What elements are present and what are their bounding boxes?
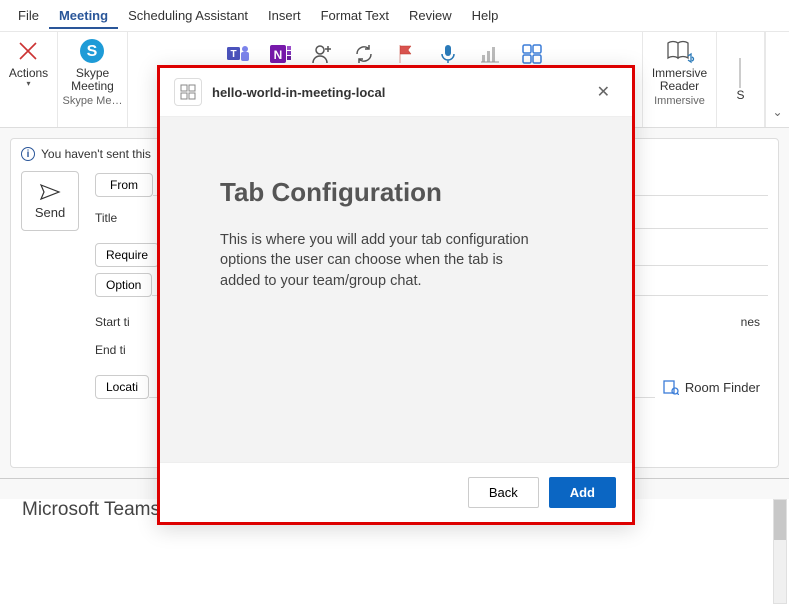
more-s-button[interactable]: S <box>732 34 748 104</box>
immersive-label: Immersive Reader <box>652 67 707 93</box>
chart-icon <box>478 42 502 66</box>
modal-footer: Back Add <box>160 462 632 522</box>
info-icon: i <box>21 147 35 161</box>
book-speaker-icon <box>665 36 695 66</box>
svg-text:N: N <box>274 48 283 62</box>
scrollbar-thumb[interactable] <box>774 500 786 540</box>
menu-file[interactable]: File <box>8 2 49 29</box>
svg-text:T: T <box>230 49 236 60</box>
s-label: S <box>736 89 744 102</box>
menu-review[interactable]: Review <box>399 2 462 29</box>
back-button[interactable]: Back <box>468 477 539 508</box>
skype-button[interactable]: S Skype Meeting <box>67 34 118 95</box>
mic-icon <box>436 42 460 66</box>
invite-button[interactable] <box>306 40 338 68</box>
location-button[interactable]: Locati <box>95 375 149 399</box>
skype-label: Skype Meeting <box>71 67 114 93</box>
send-icon <box>39 183 61 201</box>
insights-button[interactable] <box>474 40 506 68</box>
immersive-reader-button[interactable]: Immersive Reader <box>648 34 711 95</box>
skype-icon: S <box>77 36 107 66</box>
modal-header: hello-world-in-meeting-local ✕ <box>160 68 632 117</box>
svg-text:S: S <box>87 43 98 60</box>
menu-insert[interactable]: Insert <box>258 2 311 29</box>
divider <box>739 58 741 88</box>
onenote-icon: N <box>268 42 292 66</box>
immersive-group-label: Immersive <box>654 95 705 107</box>
from-button[interactable]: From <box>95 173 153 197</box>
menu-format[interactable]: Format Text <box>311 2 399 29</box>
apps-icon <box>520 42 544 66</box>
menu-meeting[interactable]: Meeting <box>49 2 118 29</box>
menubar: File Meeting Scheduling Assistant Insert… <box>0 0 789 32</box>
tab-config-modal: hello-world-in-meeting-local ✕ Tab Confi… <box>157 65 635 525</box>
teams-icon: T <box>226 42 250 66</box>
close-icon: ✕ <box>597 84 610 101</box>
timezones-label: nes <box>733 311 768 333</box>
chevron-down-icon: ▾ <box>26 79 30 88</box>
send-button[interactable]: Send <box>21 171 79 231</box>
room-finder-icon <box>663 379 679 395</box>
modal-title: hello-world-in-meeting-local <box>212 85 579 100</box>
chevron-down-icon: ⌄ <box>772 105 782 119</box>
collapse-ribbon-button[interactable]: ⌄ <box>765 32 789 127</box>
menu-scheduling[interactable]: Scheduling Assistant <box>118 2 258 29</box>
close-button[interactable]: ✕ <box>589 78 618 106</box>
flag-icon <box>394 42 418 66</box>
x-icon <box>13 36 43 66</box>
send-label: Send <box>35 205 65 220</box>
person-plus-icon <box>310 42 334 66</box>
optional-button[interactable]: Option <box>95 273 152 297</box>
modal-heading: Tab Configuration <box>220 177 572 208</box>
skype-group-label: Skype Me… <box>63 95 123 107</box>
refresh-button[interactable] <box>348 40 380 68</box>
room-finder-button[interactable]: Room Finder <box>655 375 768 399</box>
onenote-button[interactable]: N <box>264 40 296 68</box>
modal-body: Tab Configuration This is where you will… <box>160 117 632 462</box>
scrollbar[interactable] <box>773 499 787 604</box>
flag-button[interactable] <box>390 40 422 68</box>
add-button[interactable]: Add <box>549 477 616 508</box>
modal-description: This is where you will add your tab conf… <box>220 230 540 291</box>
apps-button[interactable] <box>516 40 548 68</box>
refresh-icon <box>352 42 376 66</box>
required-button[interactable]: Require <box>95 243 159 267</box>
room-finder-label: Room Finder <box>685 380 760 395</box>
info-text: You haven't sent this <box>41 147 151 161</box>
app-icon <box>174 78 202 106</box>
actions-button[interactable]: Actions ▾ <box>5 34 52 90</box>
menu-help[interactable]: Help <box>462 2 509 29</box>
